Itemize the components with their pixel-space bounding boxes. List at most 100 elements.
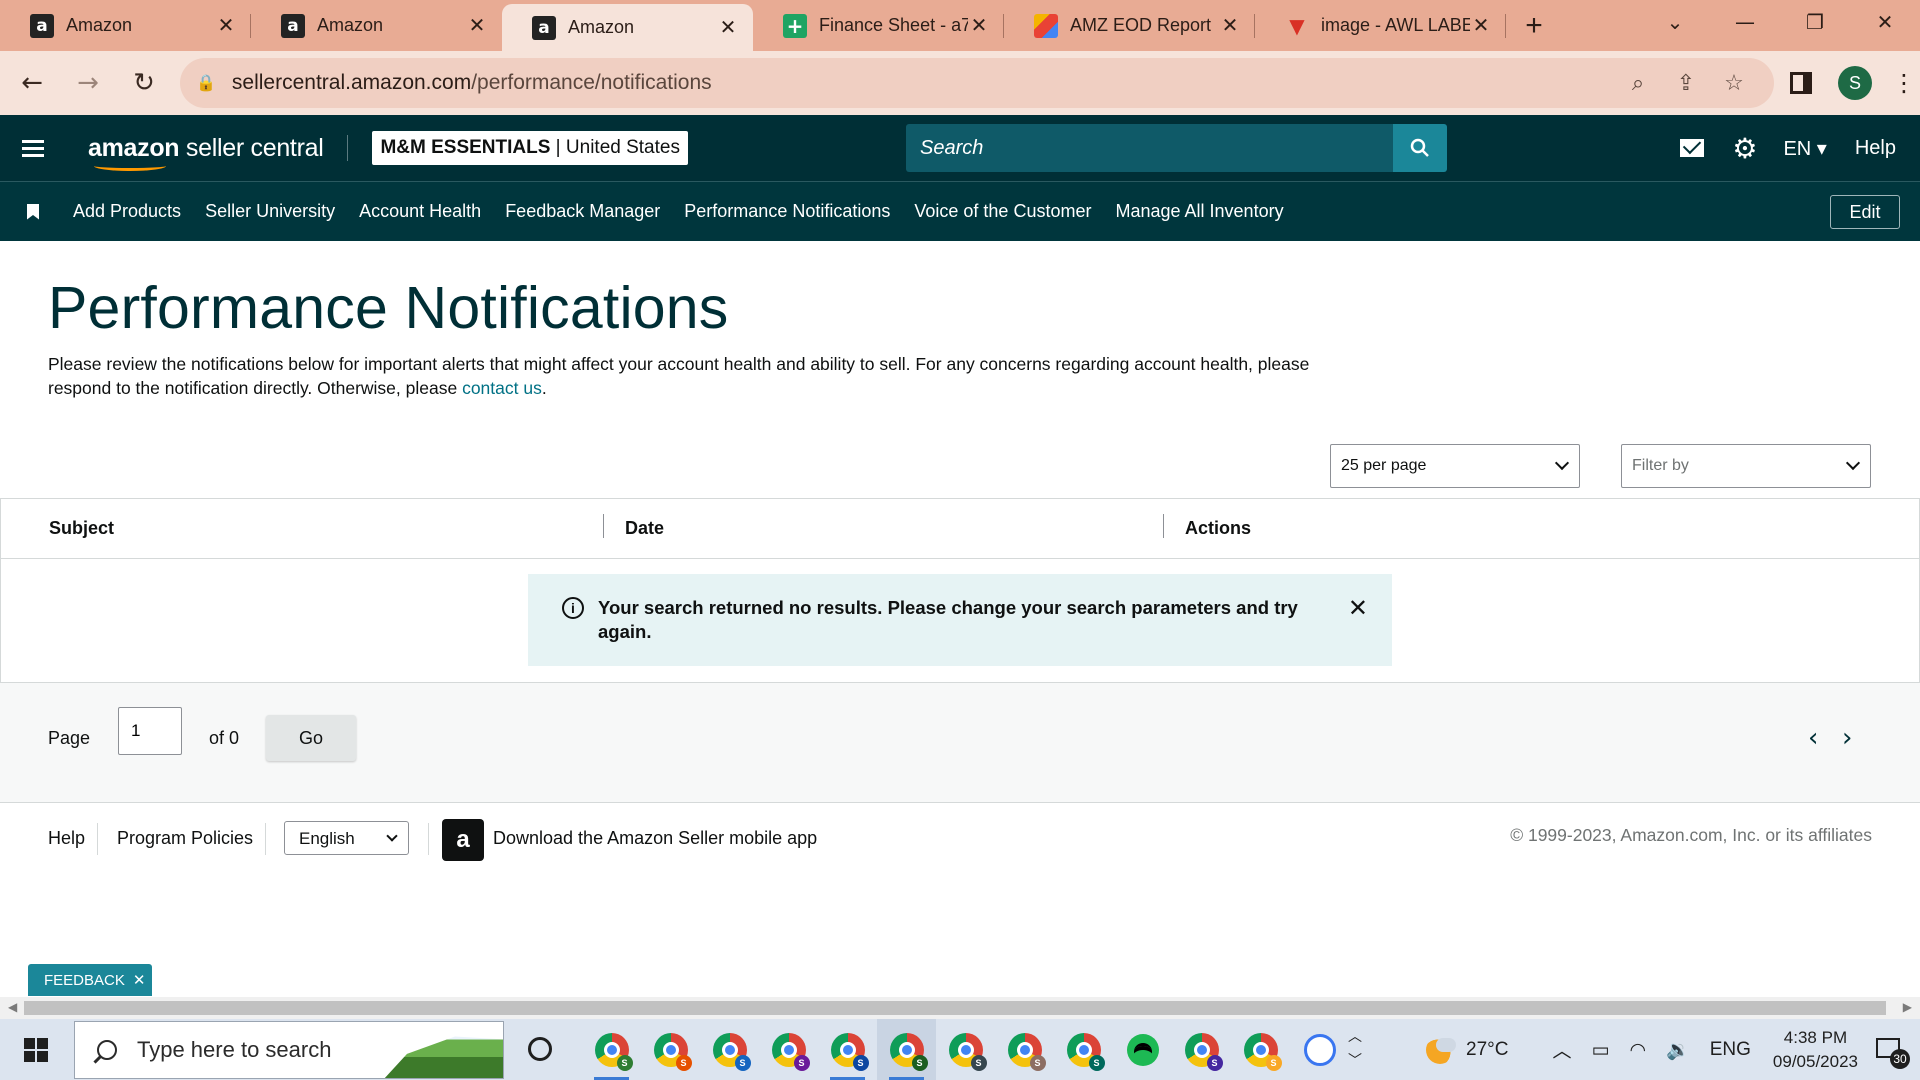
wifi-icon[interactable]: ◠ [1629, 1039, 1646, 1061]
close-tab-icon[interactable]: ✕ [1470, 13, 1492, 38]
profile-avatar[interactable]: S [1838, 66, 1872, 100]
chrome-profile-icon[interactable]: S [700, 1019, 759, 1080]
windows-start-icon[interactable] [24, 1037, 48, 1062]
column-actions: Actions [1162, 514, 1252, 538]
column-subject[interactable]: Subject [49, 518, 114, 539]
horizontal-scrollbar[interactable]: ◀ ▶ [0, 997, 1920, 1019]
settings-gear-icon[interactable]: ⚙ [1732, 132, 1757, 165]
chrome-profile-icon[interactable]: S [936, 1019, 995, 1080]
nav-voice-of-the-customer[interactable]: Voice of the Customer [914, 201, 1091, 222]
address-bar[interactable]: 🔒 sellercentral.amazon.com/performance/n… [180, 58, 1774, 108]
taskbar-clock[interactable]: 4:38 PM 09/05/2023 [1773, 1026, 1858, 1074]
close-tab-icon[interactable]: ✕ [215, 13, 237, 38]
taskbar-overflow-icon[interactable]: ︿ ﹀ [1348, 1025, 1362, 1073]
lock-icon[interactable]: 🔒 [196, 73, 216, 93]
bookmark-icon[interactable] [27, 203, 39, 220]
browser-tab-active[interactable]: a Amazon ✕ [502, 4, 753, 51]
more-menu-icon[interactable]: ⋮ [1892, 69, 1916, 98]
new-tab-button[interactable]: + [1512, 0, 1556, 51]
language-selector[interactable]: EN ▾ [1783, 136, 1826, 161]
temperature-label[interactable]: 27°C [1466, 1039, 1508, 1061]
browser-tab[interactable]: ▼ image - AWL LABEL ✕ [1255, 0, 1506, 51]
tab-search-chevron-icon[interactable]: ⌄ [1640, 10, 1710, 34]
chrome-profile-icon[interactable]: S [818, 1019, 877, 1080]
tab-title: Finance Sheet - a71 [819, 15, 968, 35]
previous-page-icon[interactable]: ‹ [1808, 723, 1818, 753]
browser-tab[interactable]: AMZ EOD Report ✕ [1004, 0, 1255, 51]
close-window-icon[interactable]: ✕ [1850, 10, 1920, 34]
bookmark-star-icon[interactable]: ☆ [1710, 71, 1758, 96]
url-path: /performance/notifications [471, 71, 712, 94]
page-number-input[interactable] [118, 707, 182, 755]
back-arrow-icon[interactable]: ← [8, 59, 56, 107]
chrome-profile-icon[interactable]: S [1054, 1019, 1113, 1080]
chrome-profile-icon[interactable]: S [877, 1019, 936, 1080]
forward-arrow-icon[interactable]: → [64, 59, 112, 107]
seller-central-logo[interactable]: amazon seller central [88, 134, 324, 171]
close-alert-icon[interactable]: ✕ [1348, 594, 1368, 622]
go-button[interactable]: Go [266, 715, 356, 761]
chrome-profile-icon[interactable]: S [1231, 1019, 1290, 1080]
contact-us-link[interactable]: contact us [462, 378, 542, 398]
edit-bookmarks-button[interactable]: Edit [1830, 195, 1900, 229]
footer-language-value: English [299, 829, 355, 848]
close-feedback-icon[interactable]: ✕ [133, 971, 146, 989]
browser-tab[interactable]: a Amazon ✕ [0, 0, 251, 51]
page-count-label: of 0 [209, 728, 240, 748]
store-switcher[interactable]: M&M ESSENTIALS | United States [372, 131, 688, 165]
restore-icon[interactable]: ❐ [1780, 10, 1850, 34]
nav-feedback-manager[interactable]: Feedback Manager [505, 201, 660, 222]
per-page-select[interactable]: 25 per page [1330, 444, 1580, 488]
close-tab-icon[interactable]: ✕ [717, 15, 739, 40]
notification-center-icon[interactable]: 30 [1876, 1035, 1910, 1069]
nav-performance-notifications[interactable]: Performance Notifications [684, 201, 890, 222]
mail-icon[interactable] [1680, 139, 1705, 157]
search-input[interactable]: Search [906, 124, 1393, 172]
feedback-button[interactable]: FEEDBACK ✕ [28, 964, 152, 996]
nav-seller-university[interactable]: Seller University [205, 201, 335, 222]
help-link[interactable]: Help [1855, 137, 1896, 160]
zoom-icon[interactable]: ⌕ [1614, 71, 1662, 96]
weather-icon[interactable] [1426, 1035, 1457, 1064]
close-tab-icon[interactable]: ✕ [466, 13, 488, 38]
share-icon[interactable]: ⇪ [1662, 71, 1710, 96]
url-text[interactable]: sellercentral.amazon.com/performance/not… [232, 71, 1614, 95]
browser-tab[interactable]: + Finance Sheet - a71 ✕ [753, 0, 1004, 51]
chrome-profile-icon[interactable]: S [1172, 1019, 1231, 1080]
footer-language-select[interactable]: English [284, 821, 409, 855]
side-panel-icon[interactable] [1790, 72, 1812, 94]
volume-icon[interactable]: 🔉 [1666, 1038, 1690, 1061]
hamburger-menu-icon[interactable] [22, 136, 44, 161]
search-button[interactable] [1393, 124, 1447, 172]
input-language-label[interactable]: ENG [1710, 1039, 1751, 1061]
chrome-profile-icon[interactable]: S [995, 1019, 1054, 1080]
scroll-right-icon[interactable]: ▶ [1903, 1000, 1912, 1014]
battery-icon[interactable]: ▭ [1592, 1039, 1610, 1061]
next-page-icon[interactable]: › [1842, 723, 1852, 753]
nav-account-health[interactable]: Account Health [359, 201, 481, 222]
task-view-icon[interactable] [528, 1037, 552, 1061]
nav-manage-all-inventory[interactable]: Manage All Inventory [1115, 201, 1283, 222]
signal-icon[interactable] [1290, 1019, 1349, 1080]
show-hidden-icons-icon[interactable]: ︿ [1552, 1036, 1571, 1063]
minimize-icon[interactable]: — [1710, 10, 1780, 34]
column-date[interactable]: Date [602, 514, 664, 539]
chrome-profile-icon[interactable]: S [641, 1019, 700, 1080]
scrollbar-thumb[interactable] [24, 1001, 1886, 1015]
footer-help-link[interactable]: Help [48, 828, 85, 849]
spotify-icon[interactable] [1113, 1019, 1172, 1080]
chrome-profile-icon[interactable]: S [582, 1019, 641, 1080]
reload-icon[interactable]: ↻ [120, 59, 168, 107]
program-policies-link[interactable]: Program Policies [117, 828, 253, 849]
footer-divider [97, 823, 98, 855]
chrome-profile-icon[interactable]: S [759, 1019, 818, 1080]
download-app-link[interactable]: Download the Amazon Seller mobile app [493, 828, 817, 849]
scroll-left-icon[interactable]: ◀ [8, 1000, 17, 1014]
browser-tab[interactable]: a Amazon ✕ [251, 0, 502, 51]
amazon-seller-app-icon[interactable]: a [442, 819, 484, 861]
filter-select[interactable]: Filter by [1621, 444, 1871, 488]
close-tab-icon[interactable]: ✕ [1219, 13, 1241, 38]
taskbar-search-box[interactable]: Type here to search [74, 1021, 504, 1079]
close-tab-icon[interactable]: ✕ [968, 13, 990, 38]
nav-add-products[interactable]: Add Products [73, 201, 181, 222]
